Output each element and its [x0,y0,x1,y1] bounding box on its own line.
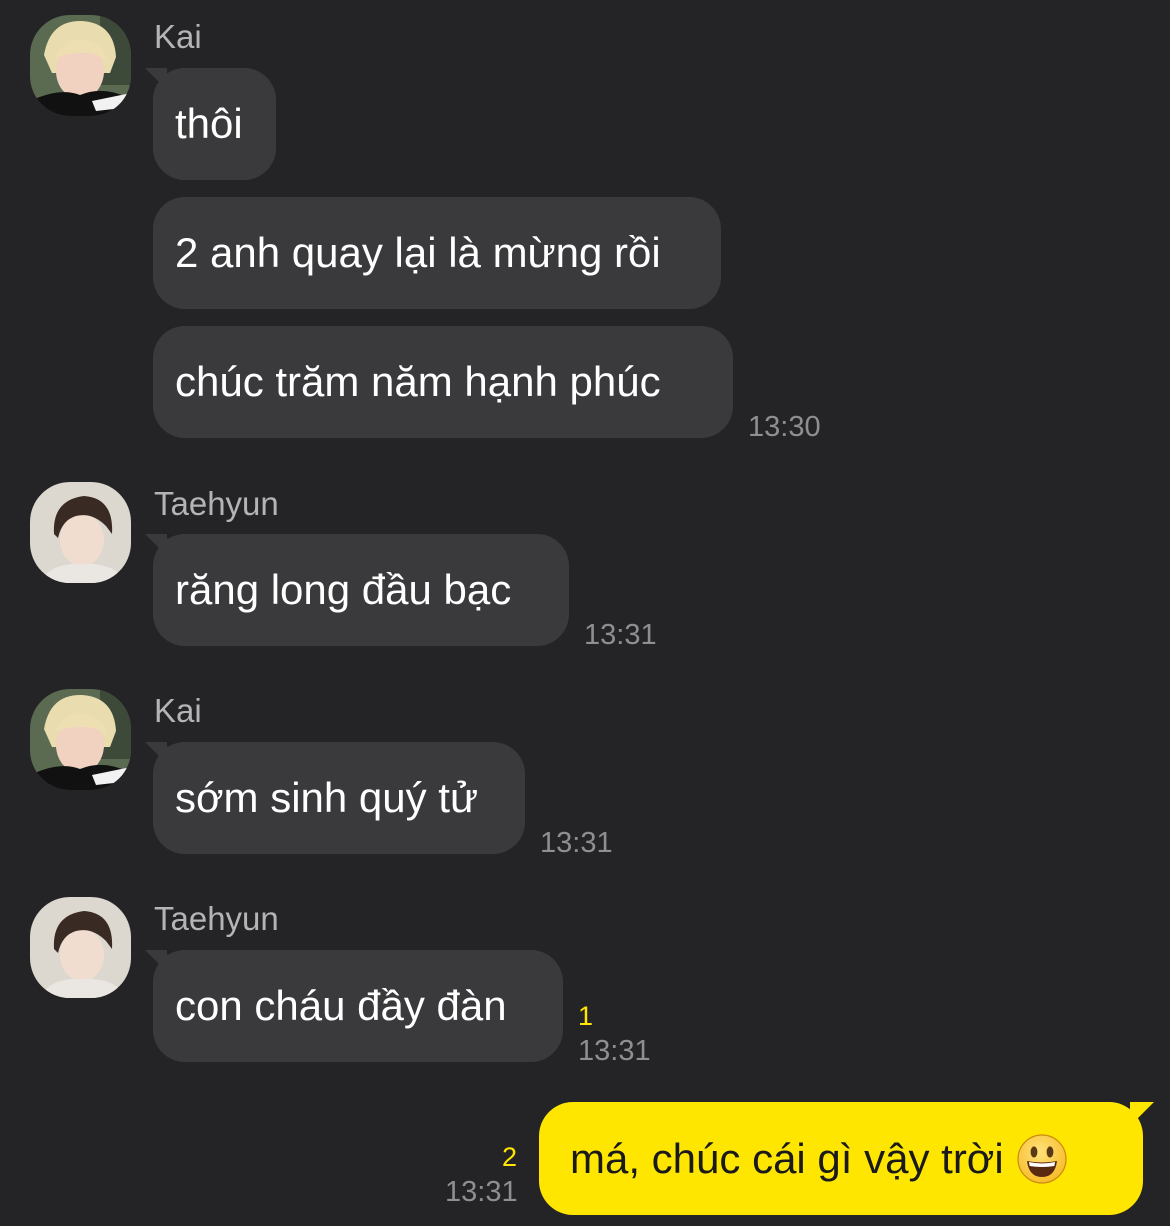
message-bubble[interactable]: con cháu đầy đàn [153,950,563,1062]
message-bubble[interactable]: răng long đầu bạc [153,534,569,646]
message-timestamp: 13:31 [578,1035,651,1067]
sender-name: Taehyun [154,485,279,522]
sender-name: Kai [154,18,202,55]
kai-avatar[interactable] [30,15,131,116]
kai-avatar[interactable] [30,689,131,790]
message-timestamp: 13:31 [445,1176,518,1208]
taehyun-avatar[interactable] [30,897,131,998]
grinning-face-emoji [1016,1133,1068,1185]
message-timestamp: 13:30 [748,411,821,443]
unread-count: 1 [578,1001,594,1031]
unread-count: 2 [502,1142,518,1172]
sender-name: Taehyun [154,900,279,937]
message-bubble[interactable]: thôi [153,68,276,180]
message-timestamp: 13:31 [584,619,657,651]
my-message-text: má, chúc cái gì vậy trời [570,1135,1004,1182]
my-message-bubble[interactable]: má, chúc cái gì vậy trời [539,1102,1143,1215]
message-timestamp: 13:31 [540,827,613,859]
message-bubble[interactable]: sớm sinh quý tử [153,742,525,854]
message-bubble[interactable]: 2 anh quay lại là mừng rồi [153,197,721,309]
message-bubble[interactable]: chúc trăm năm hạnh phúc [153,326,733,438]
taehyun-avatar[interactable] [30,482,131,583]
sender-name: Kai [154,692,202,729]
